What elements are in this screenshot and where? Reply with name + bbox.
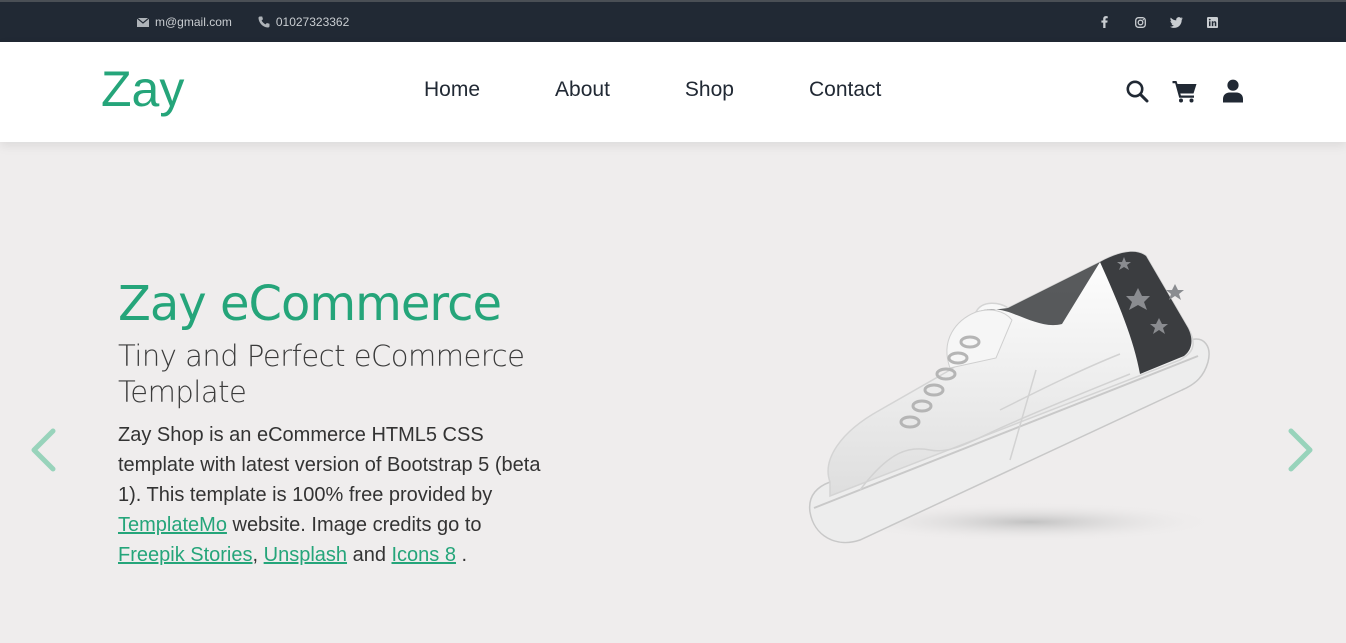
hero-text-part: . — [455, 544, 468, 566]
carousel-next-button[interactable] — [1285, 428, 1315, 472]
search-icon — [1126, 80, 1149, 103]
social-links — [1097, 2, 1241, 42]
linkedin-link[interactable] — [1205, 15, 1219, 29]
email-link[interactable]: m@gmail.com — [137, 15, 232, 29]
user-icon — [1223, 79, 1243, 103]
phone-link[interactable]: 01027323362 — [258, 15, 349, 29]
templatemo-link[interactable]: TemplateMo — [118, 514, 227, 536]
hero-description: Zay Shop is an eCommerce HTML5 CSS templ… — [118, 420, 548, 570]
hero-subtitle: Tiny and Perfect eCommerce Template — [118, 339, 525, 409]
chevron-right-icon — [1288, 428, 1313, 472]
linkedin-icon — [1206, 16, 1218, 28]
top-info-bar: m@gmail.com 01027323362 — [0, 0, 1346, 42]
cart-icon — [1172, 81, 1197, 103]
phone-text: 01027323362 — [275, 15, 350, 29]
main-menu: Home About Shop Contact — [424, 78, 881, 102]
user-button[interactable] — [1220, 78, 1246, 104]
main-navbar: Zay Home About Shop Contact — [0, 42, 1346, 142]
cart-button[interactable] — [1172, 78, 1198, 104]
nav-icon-group — [1124, 78, 1268, 104]
nav-about[interactable]: About — [555, 78, 610, 102]
hero-text-part: Zay Shop is an eCommerce HTML5 CSS templ… — [118, 424, 541, 506]
nav-contact[interactable]: Contact — [809, 78, 881, 102]
icons8-link[interactable]: Icons 8 — [392, 544, 456, 566]
sneaker-image — [808, 250, 1220, 544]
facebook-link[interactable] — [1097, 15, 1111, 29]
instagram-icon — [1134, 16, 1146, 28]
hero-carousel: Zay eCommerce Tiny and Perfect eCommerce… — [0, 142, 1346, 643]
hero-text-part: and — [347, 544, 392, 566]
instagram-link[interactable] — [1133, 15, 1147, 29]
carousel-prev-button[interactable] — [29, 428, 59, 472]
hero-text-part: website. Image credits go to — [226, 514, 482, 536]
nav-home[interactable]: Home — [424, 78, 480, 102]
chevron-left-icon — [31, 428, 56, 472]
hero-text-part: , — [252, 544, 264, 566]
unsplash-link[interactable]: Unsplash — [264, 544, 347, 566]
nav-shop[interactable]: Shop — [685, 78, 734, 102]
facebook-icon — [1100, 16, 1108, 28]
contact-info: m@gmail.com 01027323362 — [137, 2, 375, 42]
hero-title: Zay eCommerce — [118, 276, 502, 332]
email-text: m@gmail.com — [155, 15, 232, 29]
twitter-link[interactable] — [1169, 15, 1183, 29]
search-button[interactable] — [1124, 78, 1150, 104]
site-logo[interactable]: Zay — [101, 60, 184, 118]
envelope-icon — [137, 17, 149, 27]
twitter-icon — [1169, 16, 1183, 28]
freepik-link[interactable]: Freepik Stories — [118, 544, 253, 566]
phone-icon — [258, 16, 270, 28]
